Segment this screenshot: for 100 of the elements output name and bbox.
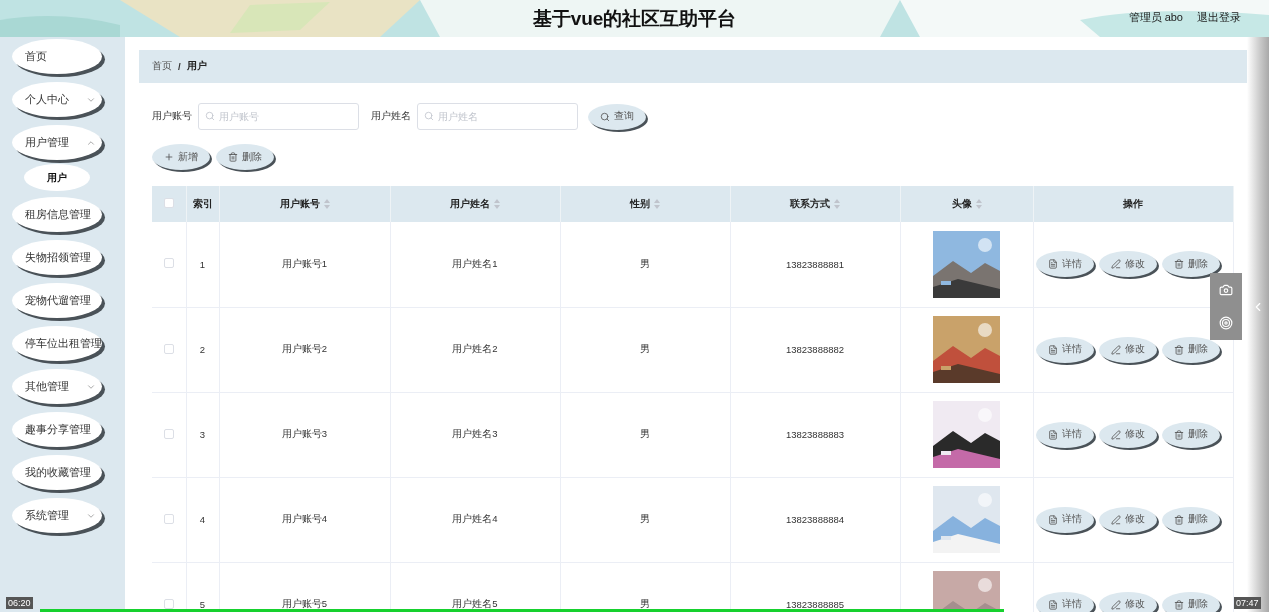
document-icon	[1048, 599, 1058, 610]
document-icon	[1048, 259, 1058, 270]
elapsed-time: 06:20	[6, 597, 33, 609]
document-icon	[1048, 344, 1058, 355]
table-cell: 用户账号1	[281, 257, 328, 269]
breadcrumb-item[interactable]: 用户	[186, 60, 207, 73]
detail-button[interactable]: 详情	[1036, 421, 1094, 448]
sort-icon[interactable]	[654, 199, 660, 209]
pen-icon	[1111, 514, 1121, 525]
add-button[interactable]: 新增	[152, 144, 210, 170]
menu-item[interactable]: 宠物代遛管理	[12, 283, 102, 318]
table-cell: 用户账号5	[281, 598, 328, 609]
column-header: 用户姓名	[450, 197, 490, 211]
search-icon	[600, 111, 610, 122]
pen-icon	[1111, 259, 1121, 270]
checkbox[interactable]	[163, 598, 174, 609]
edit-button[interactable]: 修改	[1099, 591, 1157, 612]
table-cell: 男	[640, 598, 650, 609]
document-icon	[1048, 429, 1058, 440]
edit-button[interactable]: 修改	[1099, 421, 1157, 448]
table-cell: 男	[640, 428, 650, 439]
document-icon	[1048, 514, 1058, 525]
menu-item[interactable]: 个人中心	[12, 82, 102, 117]
search-icon	[424, 111, 434, 121]
menu-item[interactable]: 失物招领管理	[12, 240, 102, 275]
table-cell: 1	[199, 258, 206, 270]
total-time: 07:47	[1234, 597, 1261, 609]
table-cell: 男	[640, 343, 650, 354]
table-cell: 用户姓名2	[452, 343, 498, 354]
delete-button[interactable]: 删除	[1162, 591, 1220, 612]
table-cell: 3	[199, 429, 206, 440]
search-button[interactable]: 查询	[588, 103, 646, 130]
detail-button[interactable]: 详情	[1036, 506, 1094, 533]
delete-button[interactable]: 删除	[1162, 506, 1220, 533]
pen-icon	[1111, 344, 1121, 355]
delete-button[interactable]: 删除	[216, 144, 274, 170]
trash-icon	[228, 152, 238, 162]
table-cell: 男	[640, 257, 650, 269]
column-header: 索引	[192, 197, 213, 211]
detail-button[interactable]: 详情	[1036, 591, 1094, 612]
table-cell: 男	[640, 513, 650, 524]
column-header: 性别	[630, 197, 650, 211]
menu-item[interactable]: 趣事分享管理	[12, 412, 102, 447]
sort-icon[interactable]	[494, 199, 500, 209]
table-cell: 13823888885	[785, 599, 845, 610]
detail-button[interactable]: 详情	[1036, 336, 1094, 363]
trash-icon	[1174, 429, 1184, 440]
edit-button[interactable]: 修改	[1099, 336, 1157, 363]
table-cell: 5	[199, 599, 206, 610]
breadcrumb-separator: /	[178, 61, 181, 72]
checkbox[interactable]	[163, 198, 174, 208]
table-cell: 13823888881	[785, 258, 845, 270]
logout-link[interactable]: 退出登录	[1197, 10, 1241, 25]
edit-button[interactable]: 修改	[1099, 251, 1157, 278]
table-cell: 用户账号3	[281, 428, 328, 439]
field-label: 用户姓名	[371, 110, 411, 123]
table-cell: 用户姓名5	[452, 598, 498, 609]
checkbox[interactable]	[163, 428, 174, 439]
detail-button[interactable]: 详情	[1036, 251, 1094, 278]
menu-item[interactable]: 首页	[12, 39, 102, 74]
plus-icon	[164, 152, 174, 162]
menu-item[interactable]: 其他管理	[12, 369, 102, 404]
column-header: 操作	[1123, 197, 1143, 211]
target-icon[interactable]	[1219, 316, 1233, 331]
pen-icon	[1111, 429, 1121, 440]
table-cell: 用户账号4	[281, 513, 328, 524]
table-cell: 用户姓名1	[452, 257, 498, 269]
table-cell: 13823888883	[785, 429, 845, 440]
delete-button[interactable]: 删除	[1162, 421, 1220, 448]
sort-icon[interactable]	[323, 199, 330, 209]
trash-icon	[1174, 599, 1184, 610]
checkbox[interactable]	[163, 513, 174, 524]
column-header: 联系方式	[790, 197, 830, 211]
table-cell: 用户姓名3	[452, 428, 498, 439]
table-cell: 13823888882	[785, 344, 845, 355]
delete-button[interactable]: 删除	[1162, 251, 1220, 278]
submenu-item[interactable]: 用户	[24, 164, 90, 191]
sort-icon[interactable]	[834, 199, 840, 209]
trash-icon	[1174, 344, 1184, 355]
breadcrumb-item[interactable]: 首页	[152, 60, 172, 73]
table-cell: 2	[199, 344, 206, 355]
trash-icon	[1174, 514, 1184, 525]
edit-button[interactable]: 修改	[1099, 506, 1157, 533]
menu-item[interactable]: 停车位出租管理	[12, 326, 102, 361]
menu-item[interactable]: 我的收藏管理	[12, 455, 102, 490]
search-icon	[205, 111, 215, 121]
checkbox[interactable]	[163, 258, 174, 269]
column-header: 头像	[951, 197, 972, 211]
site-title: 基于vue的社区互助平台	[532, 6, 737, 31]
checkbox[interactable]	[163, 343, 174, 354]
delete-button[interactable]: 删除	[1162, 336, 1220, 363]
sort-icon[interactable]	[975, 199, 982, 209]
menu-item[interactable]: 租房信息管理	[12, 197, 102, 232]
field-label: 用户账号	[152, 110, 192, 123]
table-cell: 用户姓名4	[452, 513, 498, 524]
column-header: 用户账号	[279, 197, 320, 211]
menu-item[interactable]: 系统管理	[12, 498, 102, 533]
menu-item[interactable]: 用户管理	[12, 125, 102, 160]
camera-icon[interactable]	[1219, 282, 1233, 297]
user-name: 管理员 abo	[1128, 10, 1183, 25]
